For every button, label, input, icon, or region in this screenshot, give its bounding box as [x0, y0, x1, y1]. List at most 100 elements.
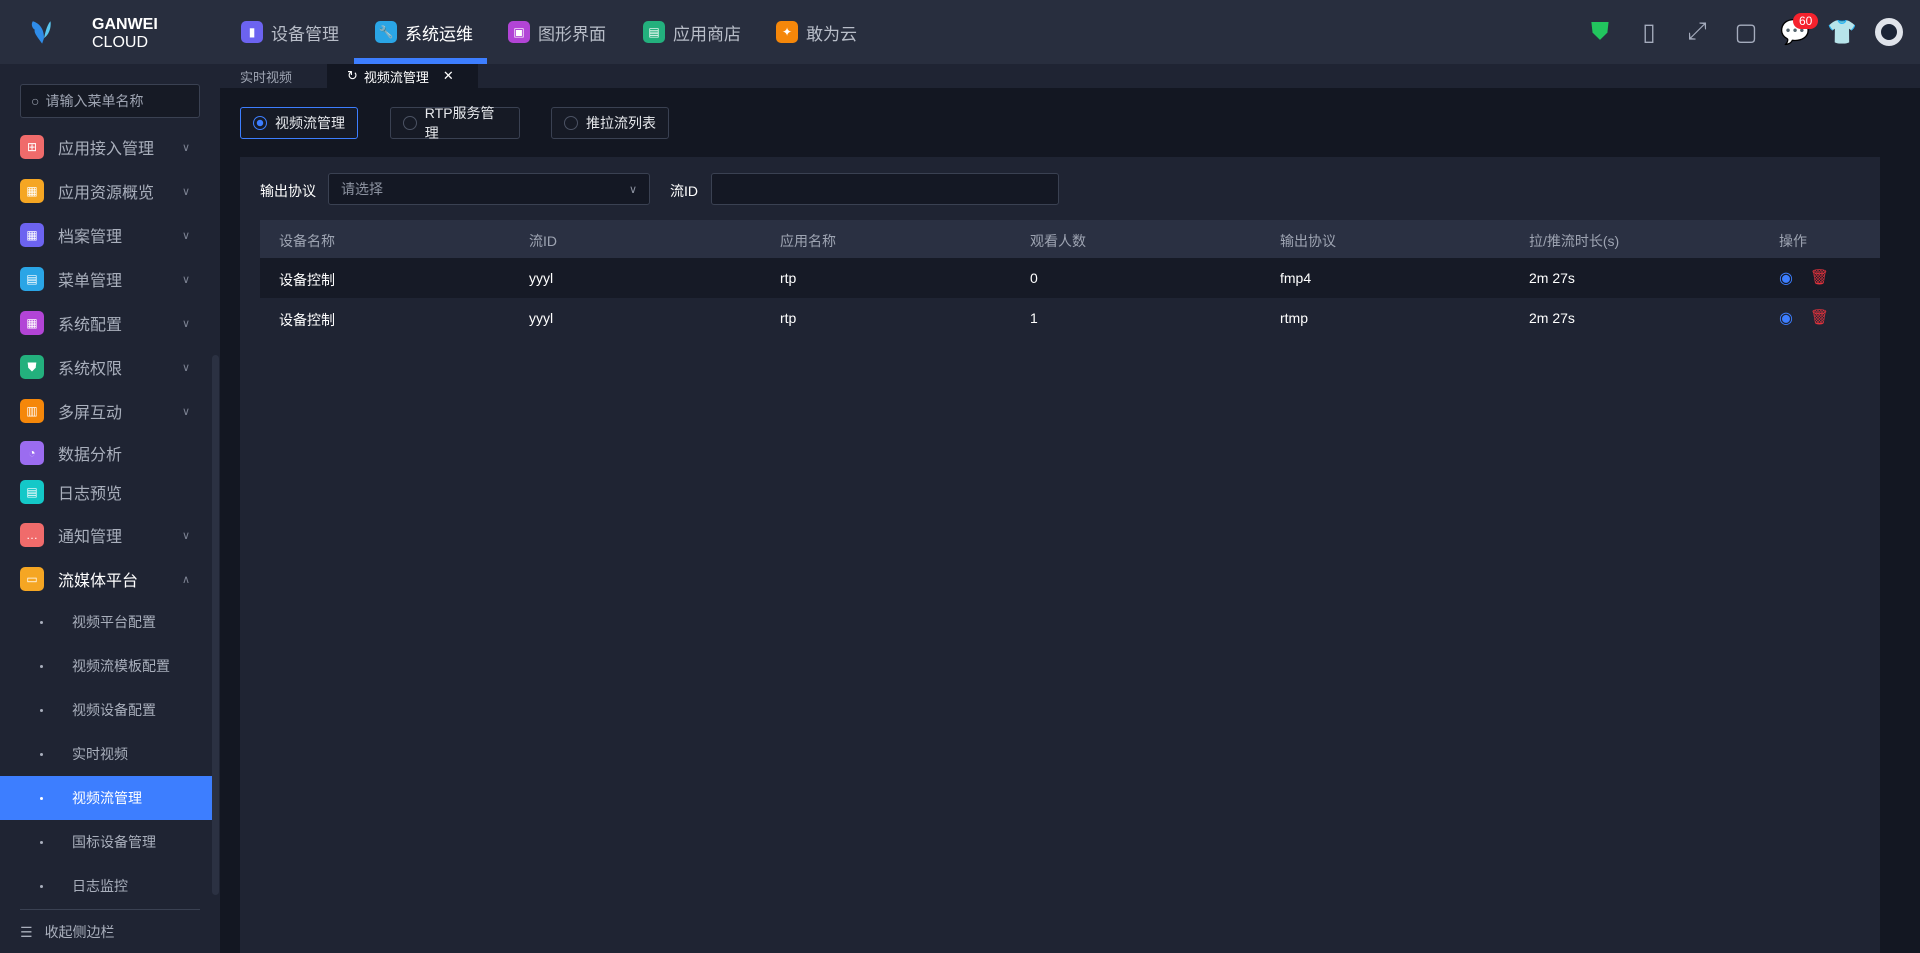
chevron-up-icon: ∧ [181, 573, 190, 586]
nav-app-store[interactable]: ▤ 应用商店 [643, 0, 741, 64]
chevron-down-icon: ∨ [181, 185, 190, 198]
tab-live-video[interactable]: 实时视频 [220, 64, 312, 88]
bullet [40, 752, 43, 756]
submenu-stream-template-config[interactable]: 视频流模板配置 [0, 644, 212, 688]
document-icon: ▤ [20, 480, 44, 504]
col-app-name: 应用名称 [780, 233, 836, 249]
menu-search-input[interactable]: ○ 请输入菜单名称 [20, 84, 200, 118]
stream-id-input[interactable] [711, 173, 1059, 205]
view-eye-icon[interactable]: ◉ [1779, 308, 1793, 328]
sidebar-item-permissions[interactable]: ⛊ 系统权限 ∨ [20, 352, 200, 382]
nav-label: 敢为云 [806, 24, 857, 44]
radio-rtp-service[interactable]: RTP服务管理 [390, 105, 520, 141]
bullet [40, 620, 43, 624]
screen-frame-icon[interactable]: ▢ [1730, 16, 1762, 48]
stream-id-label: 流ID [670, 183, 698, 199]
fullscreen-icon[interactable]: ⤢ [1681, 16, 1713, 48]
store-icon: ▤ [643, 21, 665, 43]
item-label: 应用接入管理 [58, 141, 155, 158]
item-label: 系统配置 [58, 317, 123, 334]
submenu-log-monitor[interactable]: 日志监控 [0, 864, 212, 908]
mobile-icon[interactable]: ▯ [1633, 16, 1665, 48]
sidebar-item-log-preview[interactable]: ▤ 日志预览 [20, 477, 200, 507]
tab-bar: 实时视频 ↻ 视频流管理 ✕ [220, 64, 1920, 88]
cell: 2m 27s [1529, 310, 1575, 326]
nav-label: 系统运维 [405, 24, 473, 44]
protocol-select[interactable]: 请选择 ∨ [328, 173, 650, 205]
chevron-down-icon: ∨ [181, 317, 190, 330]
cloud-icon: ✦ [776, 21, 798, 43]
close-icon[interactable]: ✕ [443, 68, 454, 84]
sidebar-item-resource-overview[interactable]: ▦ 应用资源概览 ∨ [20, 176, 200, 206]
app-access-icon: ⊞ [20, 135, 44, 159]
tab-stream-management[interactable]: ↻ 视频流管理 ✕ [327, 64, 478, 88]
radio-stream-management[interactable]: 视频流管理 [240, 107, 358, 139]
chevron-down-icon: ∨ [181, 529, 190, 542]
nav-label: 应用商店 [673, 24, 741, 44]
item-label: 应用资源概览 [58, 185, 155, 202]
submenu-live-video[interactable]: 实时视频 [0, 732, 212, 776]
radio-push-pull-list[interactable]: 推拉流列表 [551, 107, 669, 139]
collapse-label: 收起侧边栏 [44, 924, 115, 940]
config-icon: ▦ [20, 311, 44, 335]
bullet [40, 884, 43, 888]
shield-icon: ⛊ [20, 355, 44, 379]
submenu-gb-device-management[interactable]: 国标设备管理 [0, 820, 212, 864]
nav-system-ops[interactable]: 🔧 系统运维 [375, 0, 473, 64]
sub-label: 实时视频 [72, 746, 128, 762]
sidebar-item-app-access[interactable]: ⊞ 应用接入管理 ∨ [20, 132, 200, 162]
radio-label: 视频流管理 [275, 115, 345, 131]
submenu-video-platform-config[interactable]: 视频平台配置 [0, 600, 212, 644]
collapse-icon: ☰ [20, 923, 33, 940]
theme-shirt-icon[interactable]: 👕 [1826, 16, 1858, 48]
cell: rtmp [1280, 310, 1308, 326]
item-label: 多屏互动 [58, 405, 123, 422]
shield-check-icon[interactable]: ⛊ [1584, 16, 1616, 48]
item-label: 通知管理 [58, 529, 123, 546]
delete-trash-icon[interactable]: 🗑 [1810, 308, 1829, 326]
radio-circle [253, 116, 267, 130]
sidebar-item-menu[interactable]: ▤ 菜单管理 ∨ [20, 264, 200, 294]
sub-label: 视频流管理 [72, 790, 142, 806]
submenu-video-device-config[interactable]: 视频设备配置 [0, 688, 212, 732]
resource-icon: ▦ [20, 179, 44, 203]
sidebar-item-streaming-platform[interactable]: ▭ 流媒体平台 ∧ [20, 564, 200, 594]
brand-name: GANWEI CLOUD [92, 16, 158, 52]
refresh-icon[interactable]: ↻ [347, 68, 358, 84]
nav-device-management[interactable]: ▮ 设备管理 [241, 0, 339, 64]
tab-label: 实时视频 [240, 69, 293, 85]
sidebar-item-notification[interactable]: … 通知管理 ∨ [20, 520, 200, 550]
sub-label: 视频平台配置 [72, 614, 156, 630]
nav-ganwei-cloud[interactable]: ✦ 敢为云 [776, 0, 857, 64]
chevron-down-icon: ∨ [181, 273, 190, 286]
submenu-stream-management[interactable]: 视频流管理 [0, 776, 212, 820]
sidebar-item-multiscreen[interactable]: ▥ 多屏互动 ∨ [20, 396, 200, 426]
delete-trash-icon[interactable]: 🗑 [1810, 268, 1829, 286]
protocol-label: 输出协议 [260, 183, 316, 199]
brand-line2: CLOUD [92, 34, 149, 51]
collapse-sidebar-button[interactable]: ☰ 收起侧边栏 [20, 922, 115, 942]
wrench-icon: 🔧 [375, 21, 397, 43]
view-eye-icon[interactable]: ◉ [1779, 268, 1793, 288]
chat-icon: … [20, 523, 44, 547]
sidebar-item-archive[interactable]: ▦ 档案管理 ∨ [20, 220, 200, 250]
col-stream-id: 流ID [529, 233, 557, 249]
col-actions: 操作 [1779, 233, 1807, 249]
sidebar-item-system-config[interactable]: ▦ 系统配置 ∨ [20, 308, 200, 338]
menu-icon: ▤ [20, 267, 44, 291]
avatar[interactable] [1873, 16, 1905, 48]
monitor-icon: ▭ [20, 567, 44, 591]
sub-label: 国标设备管理 [72, 834, 156, 850]
chevron-down-icon: ∨ [181, 361, 190, 374]
radio-circle [403, 116, 417, 130]
col-viewers: 观看人数 [1030, 233, 1086, 249]
nav-graphic-ui[interactable]: ▣ 图形界面 [508, 0, 606, 64]
divider [20, 909, 200, 910]
sidebar: ○ 请输入菜单名称 ⊞ 应用接入管理 ∨ ▦ 应用资源概览 ∨ ▦ 档案管理 ∨ ▤ 菜单管理 ∨… [0, 64, 220, 953]
sidebar-scrollbar[interactable] [212, 355, 219, 895]
bullet [40, 840, 43, 844]
cell: fmp4 [1280, 270, 1312, 286]
table-row: 设备控制 yyyl rtp 1 rtmp 2m 27s ◉ 🗑 [260, 298, 1880, 338]
sidebar-item-data-analysis[interactable]: ◔ 数据分析 [20, 438, 200, 468]
chevron-down-icon: ∨ [181, 141, 190, 154]
